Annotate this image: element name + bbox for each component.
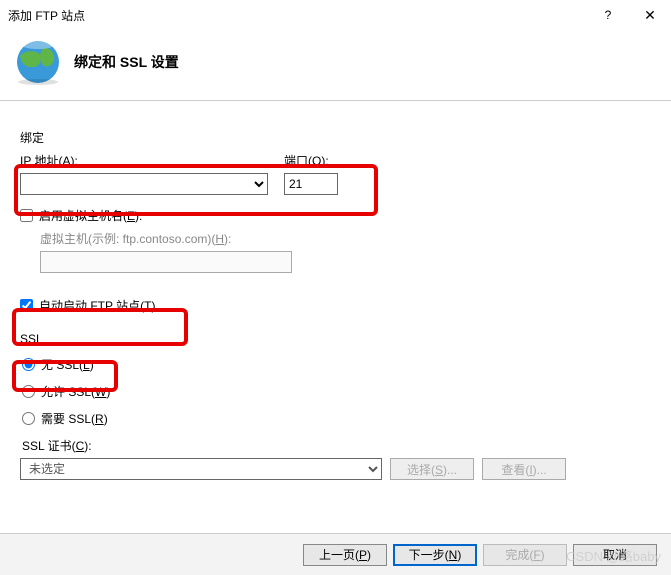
ssl-group: SSL 无 SSL(L) 允许 SSL(W) 需要 SSL(R) SSL 证书(… — [20, 332, 651, 480]
no-ssl-radio[interactable] — [22, 358, 35, 371]
finish-button: 完成(F) — [483, 544, 567, 566]
next-button[interactable]: 下一步(N) — [393, 544, 477, 566]
ssl-cert-label: SSL 证书(C): — [22, 437, 651, 454]
view-cert-button: 查看(I)... — [482, 458, 566, 480]
cancel-button[interactable]: 取消 — [573, 544, 657, 566]
help-button[interactable]: ? — [587, 0, 629, 30]
binding-group: 绑定 IP 地址(A): 端口(O): 启用虚拟主机名(E): 虚拟主机(示例:… — [20, 129, 651, 273]
auto-start-checkbox[interactable] — [20, 299, 33, 312]
require-ssl-label: 需要 SSL(R) — [41, 410, 108, 427]
port-label: 端口(O): — [284, 152, 338, 169]
auto-start-row: 自动启动 FTP 站点(T) — [20, 297, 651, 314]
vhost-input — [40, 251, 292, 273]
port-input[interactable] — [284, 173, 338, 195]
titlebar: 添加 FTP 站点 ? ✕ — [0, 0, 671, 30]
binding-group-label: 绑定 — [20, 129, 651, 146]
wizard-header: 绑定和 SSL 设置 — [0, 30, 671, 101]
allow-ssl-label: 允许 SSL(W) — [41, 383, 110, 400]
wizard-footer: 上一页(P) 下一步(N) 完成(F) 取消 — [0, 533, 671, 575]
ip-address-label: IP 地址(A): — [20, 152, 268, 169]
allow-ssl-radio[interactable] — [22, 385, 35, 398]
enable-vhost-label: 启用虚拟主机名(E): — [39, 207, 142, 224]
require-ssl-radio[interactable] — [22, 412, 35, 425]
close-button[interactable]: ✕ — [629, 0, 671, 30]
no-ssl-label: 无 SSL(L) — [41, 356, 94, 373]
auto-start-label: 自动启动 FTP 站点(T) — [39, 297, 155, 314]
dialog-content: 绑定 IP 地址(A): 端口(O): 启用虚拟主机名(E): 虚拟主机(示例:… — [0, 101, 671, 504]
enable-vhost-checkbox[interactable] — [20, 209, 33, 222]
select-cert-button: 选择(S)... — [390, 458, 474, 480]
vhost-label: 虚拟主机(示例: ftp.contoso.com)(H): — [40, 230, 651, 247]
window-title: 添加 FTP 站点 — [8, 7, 587, 24]
ssl-group-label: SSL — [20, 332, 651, 346]
globe-icon — [14, 38, 62, 86]
previous-button[interactable]: 上一页(P) — [303, 544, 387, 566]
ssl-cert-select[interactable]: 未选定 — [20, 458, 382, 480]
ip-address-select[interactable] — [20, 173, 268, 195]
page-title: 绑定和 SSL 设置 — [74, 52, 179, 72]
